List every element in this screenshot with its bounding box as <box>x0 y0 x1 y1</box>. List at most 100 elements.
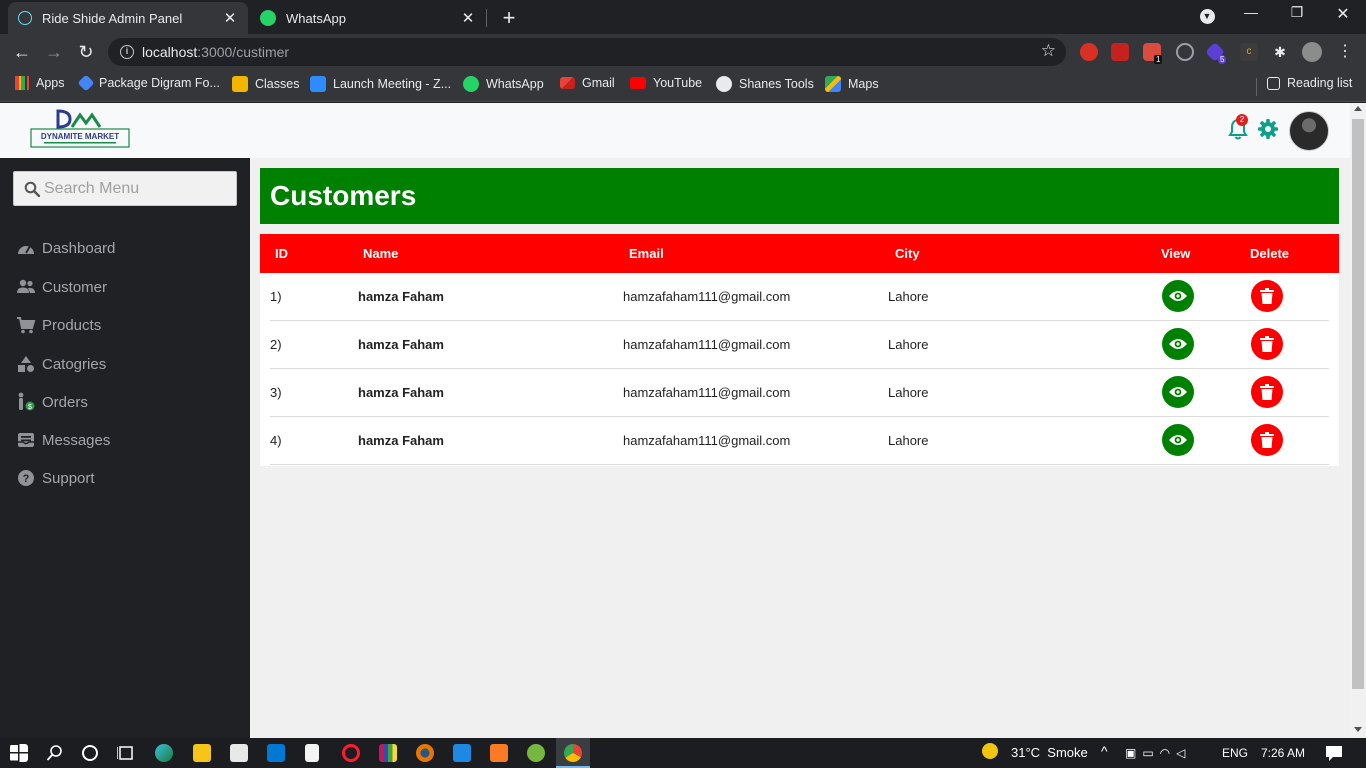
browser-tab-strip: Ride Shide Admin Panel ✕ WhatsApp ✕ + ▼ … <box>0 0 1366 34</box>
sidebar-search[interactable] <box>13 171 237 206</box>
delete-button[interactable] <box>1251 280 1283 312</box>
cortana-icon[interactable] <box>81 744 99 762</box>
cell-name: hamza Faham <box>358 289 444 304</box>
sidebar-item-label: Orders <box>42 393 88 411</box>
view-button[interactable] <box>1162 328 1194 360</box>
target-extension-icon[interactable] <box>1176 43 1194 61</box>
clock[interactable]: 7:26 AM <box>1261 746 1305 760</box>
notifications-icon[interactable] <box>1325 744 1343 762</box>
dynamite-market-logo[interactable]: DYNAMITE MARKET <box>30 107 130 149</box>
page-scrollbar[interactable] <box>1350 103 1366 738</box>
maps-icon <box>825 76 841 92</box>
search-menu-input[interactable] <box>44 179 224 198</box>
search-taskbar-icon[interactable] <box>46 744 64 762</box>
blender-icon[interactable] <box>416 744 434 762</box>
close-tab-icon[interactable]: ✕ <box>460 9 476 27</box>
profile-avatar-icon[interactable] <box>1302 42 1322 62</box>
cell-id: 4) <box>270 433 282 448</box>
chrome-taskbar-active[interactable] <box>556 738 590 768</box>
coin-extension-icon[interactable]: c <box>1240 43 1258 61</box>
react-favicon-icon <box>18 11 32 25</box>
close-tab-icon[interactable]: ✕ <box>222 9 238 27</box>
view-button[interactable] <box>1162 424 1194 456</box>
shapes-icon <box>16 354 36 374</box>
close-window-icon[interactable]: ✕ <box>1328 4 1358 24</box>
cell-city: Lahore <box>888 433 929 448</box>
inbox-icon <box>16 430 36 450</box>
tab-search-icon[interactable]: ▼ <box>1192 6 1222 24</box>
sidebar-item-orders[interactable]: $ Orders <box>16 392 88 412</box>
opera-icon[interactable] <box>342 744 360 762</box>
site-info-icon[interactable]: i <box>120 45 134 59</box>
bookmark-youtube[interactable]: YouTube <box>630 76 702 90</box>
windows-start-icon[interactable] <box>10 744 28 762</box>
bookmark-package-digram[interactable]: Package Digram Fo... <box>77 74 220 92</box>
store-icon[interactable] <box>230 744 248 762</box>
edge-icon[interactable] <box>155 744 173 762</box>
new-tab-icon[interactable]: + <box>498 5 520 31</box>
bookmark-star-icon[interactable]: ☆ <box>1041 41 1056 61</box>
cell-city: Lahore <box>888 385 929 400</box>
cell-id: 3) <box>270 385 282 400</box>
eye-icon <box>1169 339 1187 349</box>
sidebar-item-label: Dashboard <box>42 239 116 257</box>
sidebar-item-catogries[interactable]: Catogries <box>16 354 106 374</box>
scroll-thumb[interactable] <box>1352 119 1364 689</box>
bookmark-maps[interactable]: Maps <box>825 76 879 92</box>
extensions-puzzle-icon[interactable]: ✱ <box>1271 43 1289 61</box>
scroll-up-arrow-icon[interactable] <box>1354 106 1362 111</box>
scroll-down-arrow-icon[interactable] <box>1354 727 1362 732</box>
adblock-extension-icon[interactable] <box>1080 43 1098 61</box>
sidebar-item-messages[interactable]: Messages <box>16 430 110 450</box>
reading-list-icon <box>1267 76 1280 90</box>
user-avatar[interactable] <box>1289 111 1329 151</box>
minimize-icon[interactable]: — <box>1236 4 1266 20</box>
browser-toolbar: ← → ↻ i localhost:3000/custimer ☆ 1 5 c … <box>0 34 1366 70</box>
xampp-icon[interactable] <box>490 744 508 762</box>
tab-admin-panel[interactable]: Ride Shide Admin Panel ✕ <box>8 2 248 34</box>
reload-icon[interactable]: ↻ <box>74 40 98 64</box>
tray-system-icons[interactable]: ▣▭◠◁ <box>1125 746 1191 760</box>
language-indicator[interactable]: ENG <box>1222 746 1248 760</box>
eye-icon <box>1169 435 1187 445</box>
notepad-icon[interactable] <box>305 744 319 762</box>
sidebar-item-dashboard[interactable]: Dashboard <box>16 238 115 258</box>
delete-button[interactable] <box>1251 328 1283 360</box>
restore-icon[interactable]: ❐ <box>1282 4 1312 21</box>
reading-list-button[interactable]: Reading list <box>1267 76 1352 90</box>
bookmark-gmail[interactable]: Gmail <box>560 76 615 90</box>
vscode-icon[interactable] <box>453 744 471 762</box>
back-icon[interactable]: ← <box>10 40 34 64</box>
sidebar-item-customer[interactable]: Customer <box>16 277 107 297</box>
url-path: :3000/custimer <box>197 44 290 60</box>
bookmark-whatsapp[interactable]: WhatsApp <box>463 76 544 92</box>
tab-whatsapp[interactable]: WhatsApp ✕ <box>250 2 486 34</box>
file-explorer-icon[interactable] <box>193 744 211 762</box>
settings-gear-icon[interactable] <box>1258 119 1278 139</box>
weather-text[interactable]: 31°C Smoke <box>1011 745 1088 760</box>
tray-chevron-icon[interactable]: ^ <box>1101 743 1108 759</box>
bookmark-launch-meeting[interactable]: Launch Meeting - Z... <box>310 76 451 92</box>
sidebar-item-support[interactable]: ? Support <box>16 468 95 488</box>
tab-title: Ride Shide Admin Panel <box>42 10 183 26</box>
weather-moon-icon[interactable] <box>982 743 998 759</box>
utorrent-icon[interactable] <box>527 744 545 762</box>
cell-email: hamzafaham111@gmail.com <box>623 433 791 448</box>
bookmark-classes[interactable]: Classes <box>232 76 299 92</box>
delete-button[interactable] <box>1251 424 1283 456</box>
address-bar[interactable]: i localhost:3000/custimer ☆ <box>108 38 1066 66</box>
forward-icon[interactable]: → <box>42 40 66 64</box>
winrar-icon[interactable] <box>379 744 397 762</box>
eye-icon <box>1169 291 1187 301</box>
task-view-icon[interactable] <box>117 744 135 762</box>
mail-icon[interactable] <box>267 744 285 762</box>
delete-button[interactable] <box>1251 376 1283 408</box>
browser-menu-icon[interactable]: ⋮ <box>1336 43 1354 61</box>
sidebar-item-products[interactable]: Products <box>16 315 101 335</box>
view-button[interactable] <box>1162 280 1194 312</box>
extension-red-icon[interactable] <box>1111 43 1129 61</box>
page-viewport: DYNAMITE MARKET 2 Search Menu Dashboard … <box>0 103 1366 738</box>
bookmark-shanes-tools[interactable]: Shanes Tools <box>716 76 814 92</box>
view-button[interactable] <box>1162 376 1194 408</box>
bookmark-apps[interactable]: Apps <box>15 76 65 90</box>
